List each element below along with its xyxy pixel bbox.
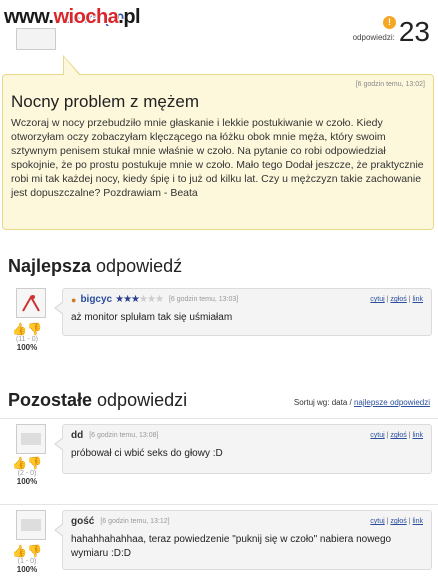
vote-score: (1 - 0) bbox=[17, 558, 37, 565]
report-link[interactable]: zgłoś bbox=[390, 432, 406, 439]
quote-link[interactable]: cytuj bbox=[370, 518, 384, 525]
answers-label: odpowiedzi: bbox=[352, 33, 395, 42]
question-time: [6 godzin temu, 13:02] bbox=[355, 81, 425, 88]
quote-link[interactable]: cytuj bbox=[370, 296, 384, 303]
question-title: Nocny problem z mężem bbox=[11, 92, 200, 111]
answer-time: [6 godzin temu, 13:03] bbox=[168, 296, 239, 303]
sort-control: Sortuj wg: data / najlepsze odpowiedzi bbox=[293, 398, 430, 407]
question-box: [6 godzin temu, 13:02] Nocny problem z m… bbox=[2, 55, 434, 230]
vote-percent: 100% bbox=[16, 565, 38, 574]
thumbs-icon[interactable]: 👍👎 bbox=[8, 456, 46, 470]
vote-percent: 100% bbox=[16, 477, 38, 486]
permalink[interactable]: link bbox=[412, 432, 423, 439]
answer-text: hahahhahahhaa, teraz powiedzenie "puknij… bbox=[71, 534, 392, 559]
avatar[interactable] bbox=[16, 288, 46, 318]
info-icon: ! bbox=[383, 16, 396, 29]
default-avatar-icon bbox=[21, 519, 41, 531]
thumbs-icon[interactable]: 👍👎 bbox=[8, 322, 46, 336]
divider bbox=[0, 418, 438, 419]
thumbs-icon[interactable]: 👍👎 bbox=[8, 544, 46, 558]
vote-box: 👍👎 (2 - 0) 100% bbox=[8, 456, 46, 486]
answer-time: [6 godzin temu, 13:08] bbox=[89, 432, 159, 439]
sort-best-link[interactable]: najlepsze odpowiedzi bbox=[354, 398, 430, 407]
vote-box: 👍👎 (11 - 0) 100% bbox=[8, 322, 46, 352]
avatar[interactable] bbox=[16, 424, 46, 454]
answer-links: cytuj | zgłoś | link bbox=[370, 432, 423, 439]
answers-number: 23 bbox=[398, 16, 430, 47]
answer-bubble: ● bigcyc ★★★★★★ [6 godzin temu, 13:03] c… bbox=[54, 288, 432, 336]
quote-link[interactable]: cytuj bbox=[370, 432, 384, 439]
answer-text: aż monitor splułam tak się uśmiałam bbox=[71, 312, 233, 323]
vote-score: (11 - 0) bbox=[15, 336, 39, 343]
avatar[interactable] bbox=[16, 510, 46, 540]
answer-links: cytuj | zgłoś | link bbox=[370, 518, 423, 525]
permalink[interactable]: link bbox=[412, 518, 423, 525]
author-avatar bbox=[16, 28, 56, 50]
answer-time: [6 godzin temu, 13:12] bbox=[100, 518, 170, 525]
vote-percent: 100% bbox=[16, 343, 38, 352]
question-body: Wczoraj w nocy przebudziło mnie głaskani… bbox=[11, 117, 424, 199]
answer-user[interactable]: bigcyc bbox=[80, 294, 112, 305]
vote-box: 👍👎 (1 - 0) 100% bbox=[8, 544, 46, 574]
rating-stars: ★★★★★★ bbox=[115, 294, 164, 305]
answer-text: próbował ci wbić seks do głowy :D bbox=[71, 448, 223, 459]
report-link[interactable]: zgłoś bbox=[390, 518, 406, 525]
report-link[interactable]: zgłoś bbox=[390, 296, 406, 303]
bullet-icon: ● bbox=[71, 294, 77, 305]
drawing-avatar-icon bbox=[22, 294, 40, 312]
watermark-logo: www.wiocha.pl bbox=[4, 6, 141, 28]
vote-score: (2 - 0) bbox=[17, 470, 37, 477]
answer-bubble: dd [6 godzin temu, 13:08] cytuj | zgłoś … bbox=[54, 424, 432, 474]
answers-counter: ! odpowiedzi: 23 bbox=[352, 16, 430, 47]
best-answer-heading: Najlepsza odpowiedź bbox=[8, 256, 183, 276]
other-answers-heading: Pozostałe odpowiedzi bbox=[8, 390, 188, 410]
divider bbox=[0, 504, 438, 505]
answer-user[interactable]: dd bbox=[71, 430, 83, 441]
answer-bubble: gość [6 godzin temu, 13:12] cytuj | zgło… bbox=[54, 510, 432, 570]
answer-user[interactable]: gość bbox=[71, 516, 94, 527]
default-avatar-icon bbox=[21, 433, 41, 445]
answer-links: cytuj | zgłoś | link bbox=[370, 296, 423, 303]
permalink[interactable]: link bbox=[412, 296, 423, 303]
